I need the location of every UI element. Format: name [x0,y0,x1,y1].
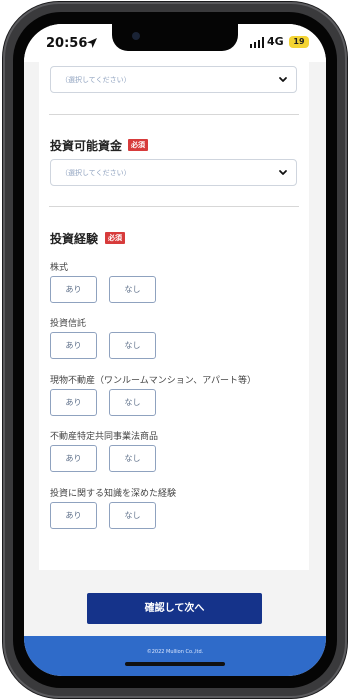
location-arrow-icon [87,38,97,48]
battery-icon: 19 [289,36,309,48]
stocks-yes-button[interactable]: あり [50,276,97,303]
investment-trust-question-label: 投資信託 [50,319,87,329]
section-divider [49,114,299,115]
real-estate-joint-venture-question-label: 不動産特定共同事業法商品 [50,432,159,442]
required-badge: 必須 [128,139,148,151]
investable-funds-select[interactable]: （選択してください） [50,159,297,186]
physical-real-estate-question-label: 現物不動産（ワンルームマンション、アパート等） [50,376,257,386]
battery-level: 19 [293,37,305,46]
home-indicator[interactable] [125,662,225,666]
network-type: 4G [267,35,284,48]
camera-icon [132,32,140,40]
confirm-next-button[interactable]: 確認して次へ [87,593,262,624]
investment-experience-label: 投資経験 [50,232,99,246]
status-time: 20:56 [46,36,88,51]
select-placeholder: （選択してください） [61,76,131,84]
signal-icon [250,37,264,48]
physical-real-estate-no-button[interactable]: なし [109,389,156,416]
investment-trust-yes-button[interactable]: あり [50,332,97,359]
chevron-down-icon [279,77,287,82]
phone-screen: 20:56 4G 19 （選択してください） 投資可能資金 必須 （選択してくだ [24,24,326,676]
status-bar: 20:56 4G 19 [24,24,326,62]
select-placeholder: （選択してください） [61,169,131,177]
physical-real-estate-yes-button[interactable]: あり [50,389,97,416]
previous-question-select[interactable]: （選択してください） [50,66,297,93]
stocks-question-label: 株式 [50,263,69,273]
investment-form-card: （選択してください） 投資可能資金 必須 （選択してください） 投資経験 必須 … [39,62,309,570]
required-badge: 必須 [105,232,125,244]
footer-copyright: ©2022 Mullion Co.,ltd. [146,649,204,655]
investment-knowledge-question-label: 投資に関する知識を深めた経験 [50,489,177,499]
investment-knowledge-no-button[interactable]: なし [109,502,156,529]
real-estate-joint-venture-no-button[interactable]: なし [109,445,156,472]
stocks-no-button[interactable]: なし [109,276,156,303]
investment-trust-no-button[interactable]: なし [109,332,156,359]
investable-funds-label: 投資可能資金 [50,139,123,153]
camera-notch [112,24,238,51]
section-divider [49,206,299,207]
page-footer: ©2022 Mullion Co.,ltd. [24,636,326,676]
real-estate-joint-venture-yes-button[interactable]: あり [50,445,97,472]
chevron-down-icon [279,170,287,175]
investment-knowledge-yes-button[interactable]: あり [50,502,97,529]
